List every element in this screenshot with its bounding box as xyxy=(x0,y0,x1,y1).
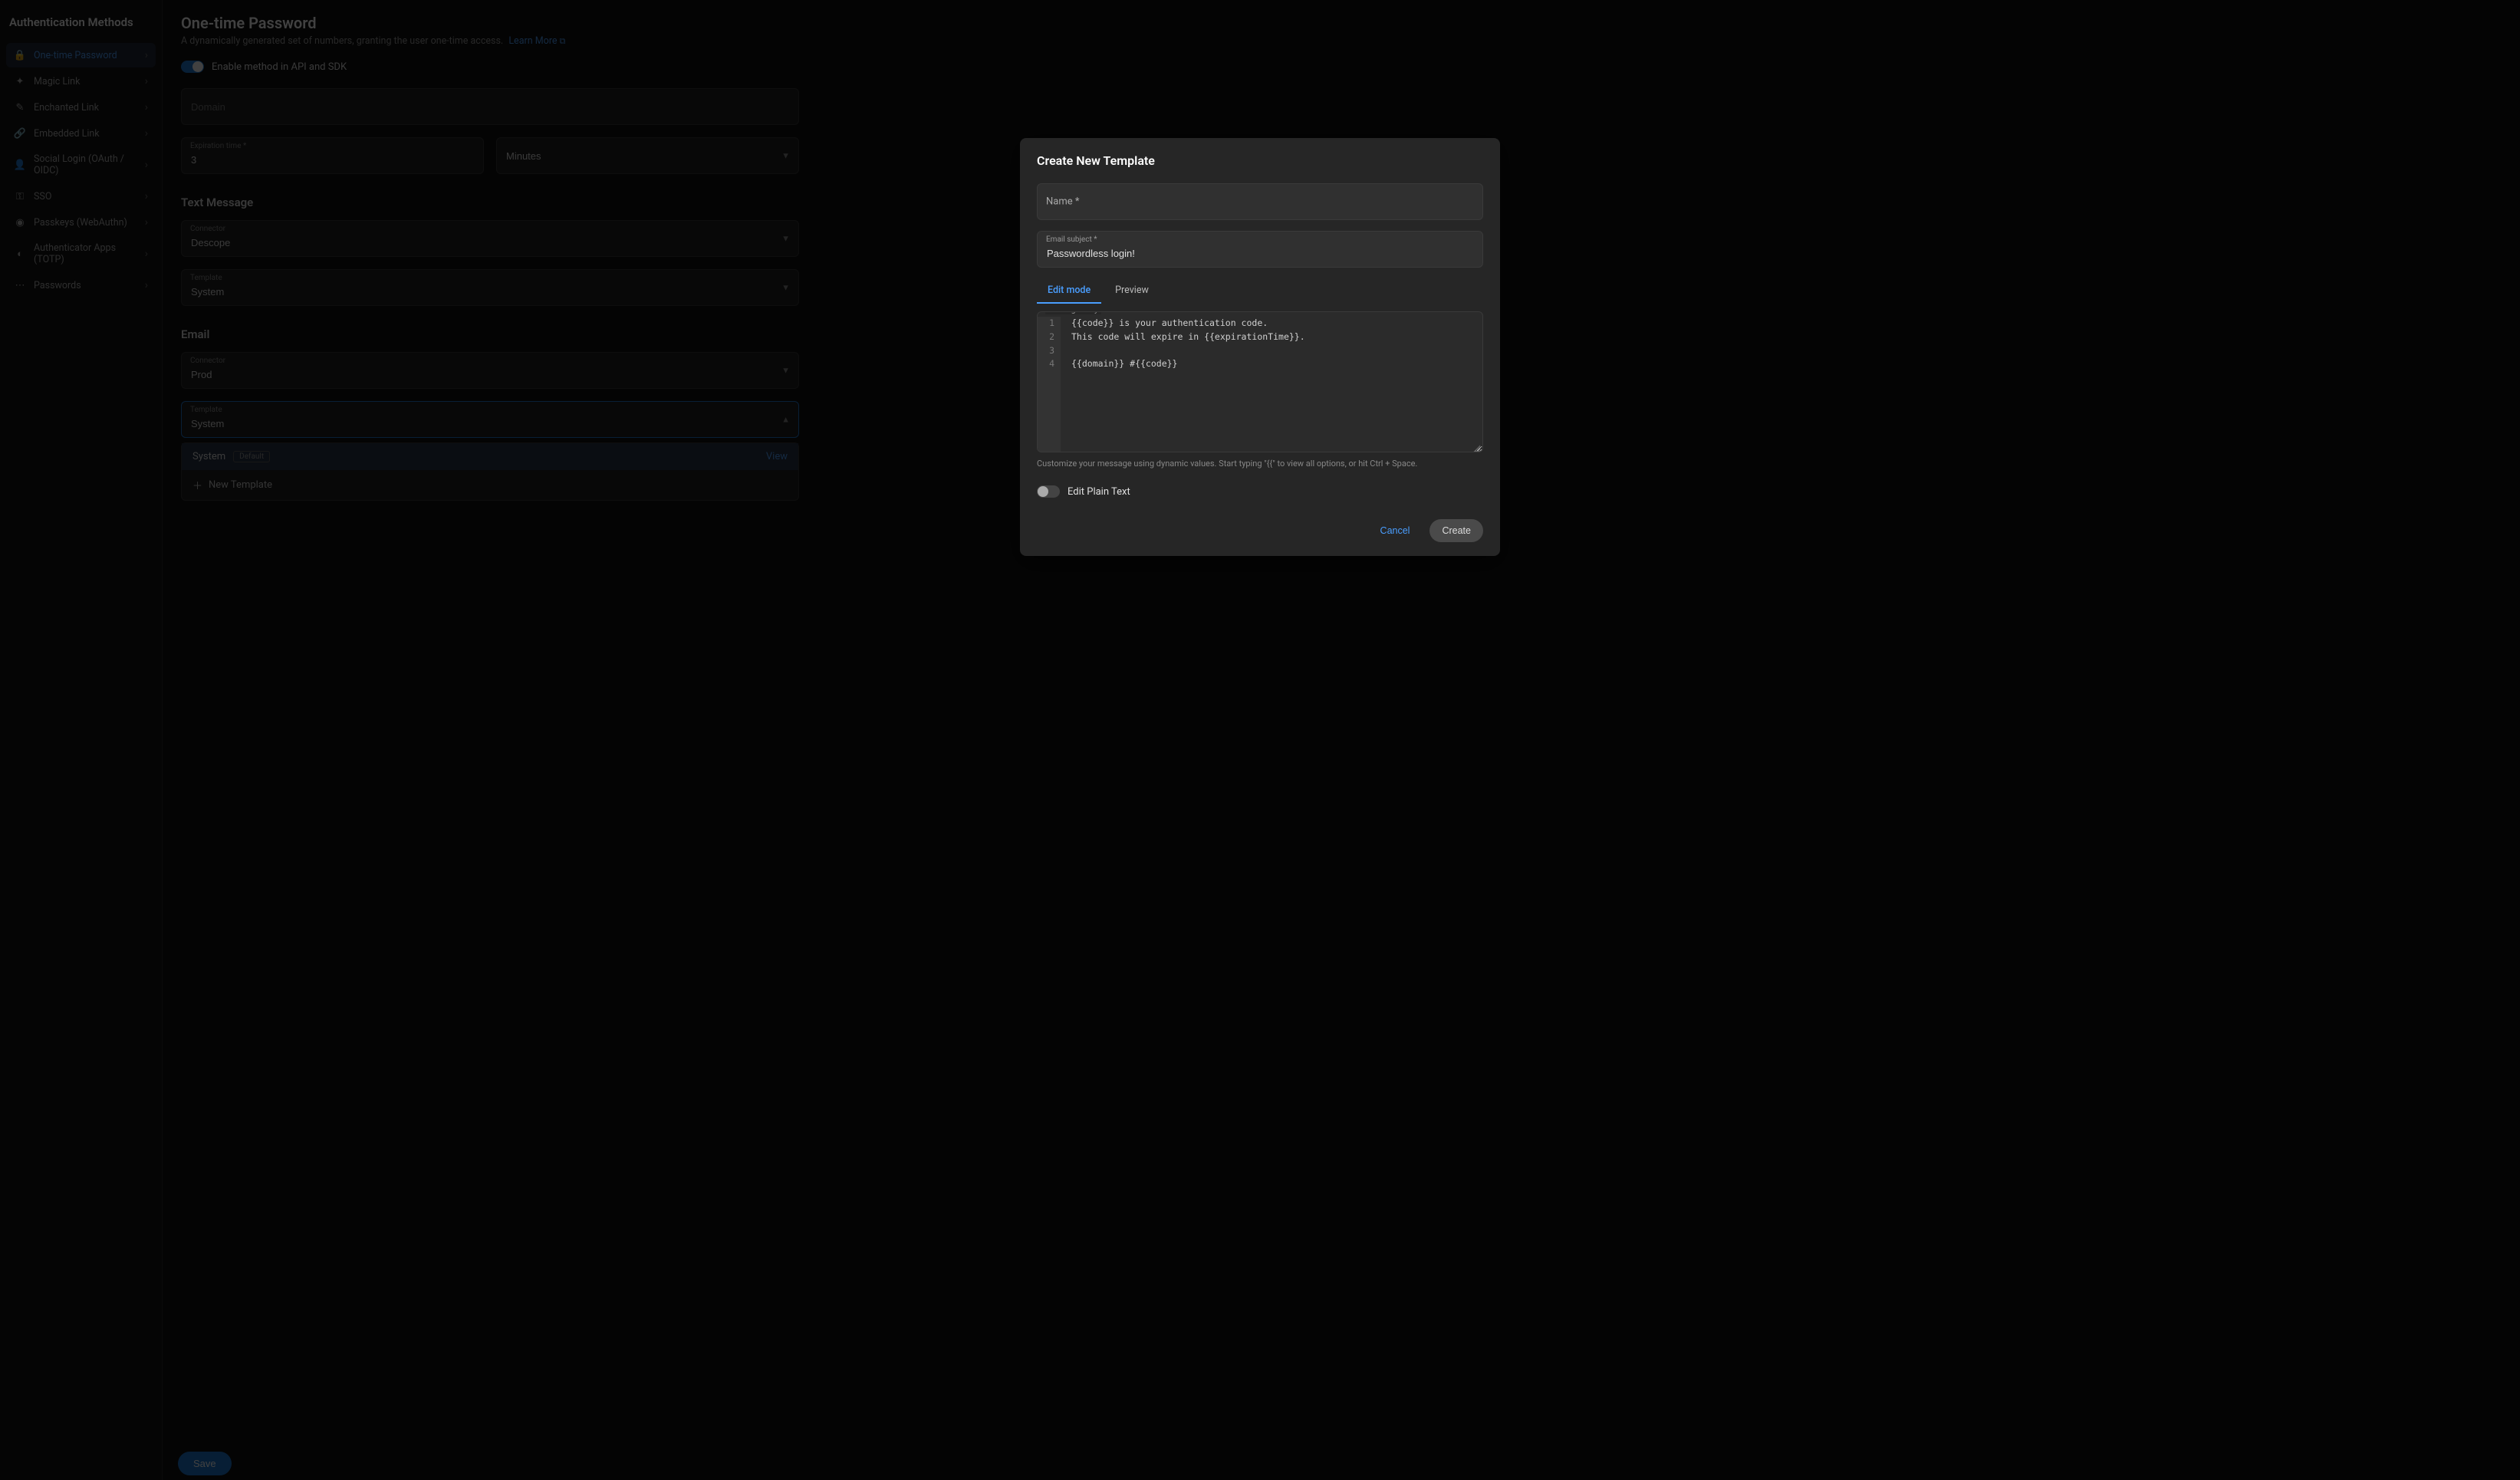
subject-label: Email subject * xyxy=(1046,235,1097,244)
tab-preview[interactable]: Preview xyxy=(1104,278,1160,304)
plain-text-label: Edit Plain Text xyxy=(1068,486,1130,498)
modal-title: Create New Template xyxy=(1037,153,1483,168)
template-name-input[interactable] xyxy=(1037,183,1483,220)
modal-overlay: Create New Template Name * Email subject… xyxy=(0,0,2520,1480)
message-body-editor[interactable]: Message body 1234 {{code}} is your authe… xyxy=(1037,311,1483,452)
body-label: Message body xyxy=(1045,311,1101,314)
resize-handle[interactable]: ◢ xyxy=(1473,442,1481,450)
code-lines[interactable]: {{code}} is your authentication code.Thi… xyxy=(1061,317,1305,452)
tab-edit-mode[interactable]: Edit mode xyxy=(1037,278,1101,304)
create-template-modal: Create New Template Name * Email subject… xyxy=(1020,138,1500,556)
cancel-button[interactable]: Cancel xyxy=(1368,519,1423,542)
dynamic-values-hint: Customize your message using dynamic val… xyxy=(1037,459,1483,469)
name-label: Name * xyxy=(1046,196,1079,208)
line-gutter: 1234 xyxy=(1038,317,1061,452)
email-subject-input[interactable] xyxy=(1037,231,1483,268)
create-button[interactable]: Create xyxy=(1429,519,1483,542)
plain-text-toggle[interactable] xyxy=(1037,485,1060,498)
